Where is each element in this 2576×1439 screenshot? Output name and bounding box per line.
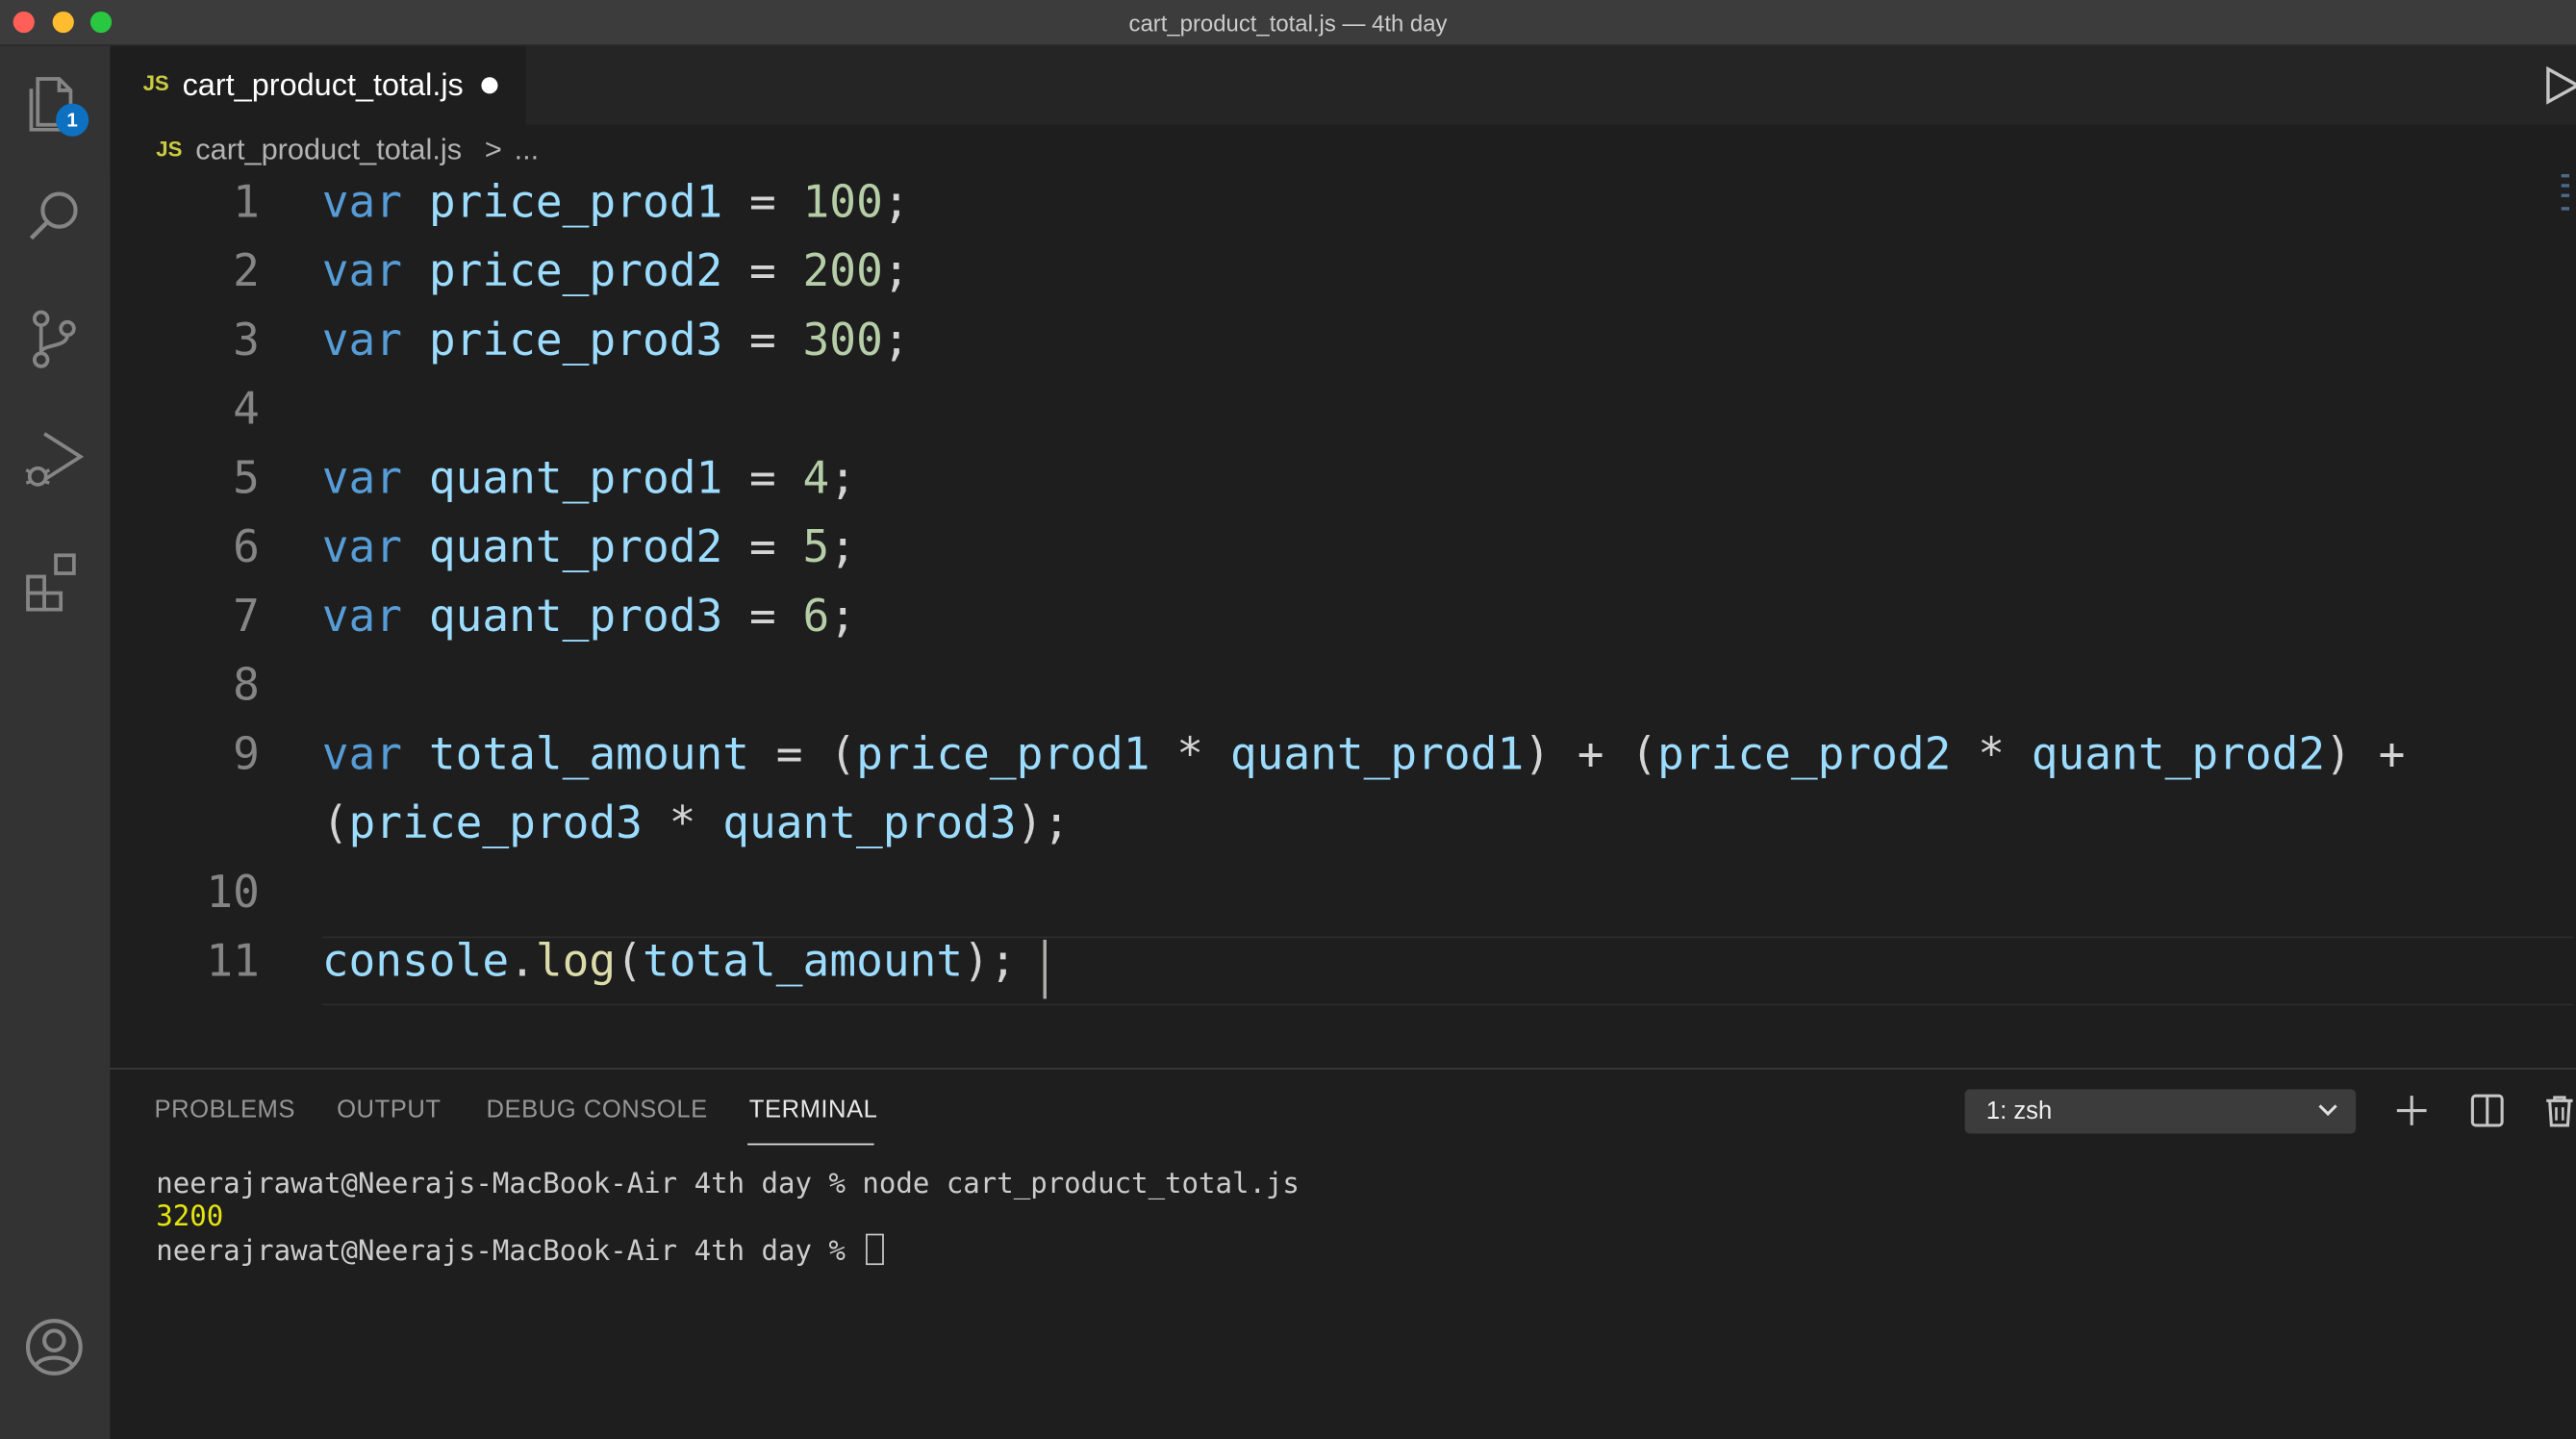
- terminal-output[interactable]: neerajrawat@Neerajs-MacBook-Air 4th day …: [156, 1168, 1300, 1268]
- line-text: console.log(total_amount);: [321, 936, 1017, 988]
- terminal-select[interactable]: 1: zsh: [1964, 1089, 2357, 1134]
- terminal-prompt-line: neerajrawat@Neerajs-MacBook-Air 4th day …: [156, 1233, 1300, 1269]
- js-file-icon: JS: [142, 70, 169, 96]
- line-text: var total_amount = (price_prod1 * quant_…: [321, 729, 2406, 781]
- text-cursor: [1043, 939, 1047, 999]
- activity-bar: 1: [0, 45, 111, 1439]
- line-number: 3: [233, 315, 260, 366]
- code-line: 4: [110, 385, 2576, 454]
- terminal-select-value: 1: zsh: [1985, 1097, 2053, 1125]
- code-line: 11 console.log(total_amount);: [110, 937, 2576, 1006]
- editor-tabs: JS cart_product_total.js: [110, 45, 2576, 125]
- line-text: var quant_prod1 = 4;: [321, 453, 857, 505]
- line-number: 8: [233, 660, 260, 712]
- tab-label: cart_product_total.js: [182, 68, 464, 104]
- line-text: var price_prod2 = 200;: [321, 246, 910, 298]
- terminal-line: neerajrawat@Neerajs-MacBook-Air 4th day …: [156, 1235, 863, 1269]
- explorer-badge: 1: [56, 103, 89, 137]
- terminal-cursor: [865, 1233, 884, 1266]
- line-text: var price_prod1 = 100;: [321, 177, 910, 229]
- run-icon[interactable]: [2543, 65, 2576, 105]
- line-number: 11: [206, 936, 260, 988]
- line-number: 7: [233, 591, 260, 643]
- code-line: 10: [110, 868, 2576, 937]
- code-line: 8: [110, 661, 2576, 730]
- code-line: 6 var quant_prod2 = 5;: [110, 522, 2576, 592]
- code-line: 3 var price_prod3 = 300;: [110, 316, 2576, 385]
- extensions-icon[interactable]: [21, 547, 87, 613]
- line-text: (price_prod3 * quant_prod3);: [321, 798, 1071, 849]
- code-line: 9 var total_amount = (price_prod1 * quan…: [110, 729, 2576, 798]
- line-number: 2: [233, 246, 260, 298]
- line-number: 6: [233, 522, 260, 574]
- breadcrumb-separator: >: [484, 133, 502, 166]
- active-tab-indicator: [747, 1143, 874, 1146]
- plus-icon[interactable]: [2392, 1091, 2432, 1130]
- tab-debug-console[interactable]: DEBUG CONSOLE: [487, 1096, 708, 1123]
- chevron-down-icon: [2318, 1104, 2337, 1117]
- title-bar: cart_product_total.js — 4th day: [0, 0, 2576, 46]
- trash-icon[interactable]: [2539, 1091, 2576, 1130]
- breadcrumb-file[interactable]: cart_product_total.js: [195, 133, 462, 167]
- code-line: 7 var quant_prod3 = 6;: [110, 592, 2576, 661]
- line-text: var quant_prod3 = 6;: [321, 591, 857, 643]
- line-number: 9: [233, 729, 260, 781]
- breadcrumb: JS cart_product_total.js > ...: [110, 124, 2576, 175]
- split-icon[interactable]: [2467, 1091, 2507, 1130]
- terminal-line: neerajrawat@Neerajs-MacBook-Air 4th day …: [156, 1168, 1300, 1201]
- tab-output[interactable]: OUTPUT: [337, 1096, 441, 1123]
- source-control-icon[interactable]: [21, 306, 87, 371]
- unsaved-dot-icon[interactable]: [481, 77, 498, 94]
- line-number: 1: [233, 177, 260, 229]
- tab-terminal[interactable]: TERMINAL: [749, 1096, 878, 1123]
- account-icon[interactable]: [21, 1314, 87, 1379]
- line-number: 4: [233, 384, 260, 436]
- code-line: 2 var price_prod2 = 200;: [110, 246, 2576, 316]
- tab-problems[interactable]: PROBLEMS: [155, 1096, 295, 1123]
- run-debug-icon[interactable]: [21, 427, 87, 492]
- breadcrumb-more[interactable]: ...: [515, 133, 540, 167]
- js-file-icon: JS: [156, 136, 183, 162]
- tab-cart-product-total[interactable]: JS cart_product_total.js: [110, 45, 526, 125]
- bottom-panel: PROBLEMS OUTPUT DEBUG CONSOLE TERMINAL 1…: [110, 1068, 2576, 1439]
- code-line: 1 var price_prod1 = 100;: [110, 177, 2576, 246]
- code-line: 5 var quant_prod1 = 4;: [110, 453, 2576, 522]
- code-editor[interactable]: 1 var price_prod1 = 100; 2 var price_pro…: [110, 174, 2576, 1068]
- line-text: var price_prod3 = 300;: [321, 315, 910, 366]
- line-number: 10: [206, 867, 260, 919]
- terminal-line: 3200: [156, 1200, 224, 1234]
- window-title: cart_product_total.js — 4th day: [1128, 10, 1448, 37]
- search-icon[interactable]: [21, 184, 87, 249]
- vscode-window: cart_product_total.js — 4th day 1 JS car…: [0, 0, 2576, 1439]
- line-number: 5: [233, 453, 260, 505]
- code-line-wrapped: (price_prod3 * quant_prod3);: [110, 798, 2576, 868]
- line-text: var quant_prod2 = 5;: [321, 522, 857, 574]
